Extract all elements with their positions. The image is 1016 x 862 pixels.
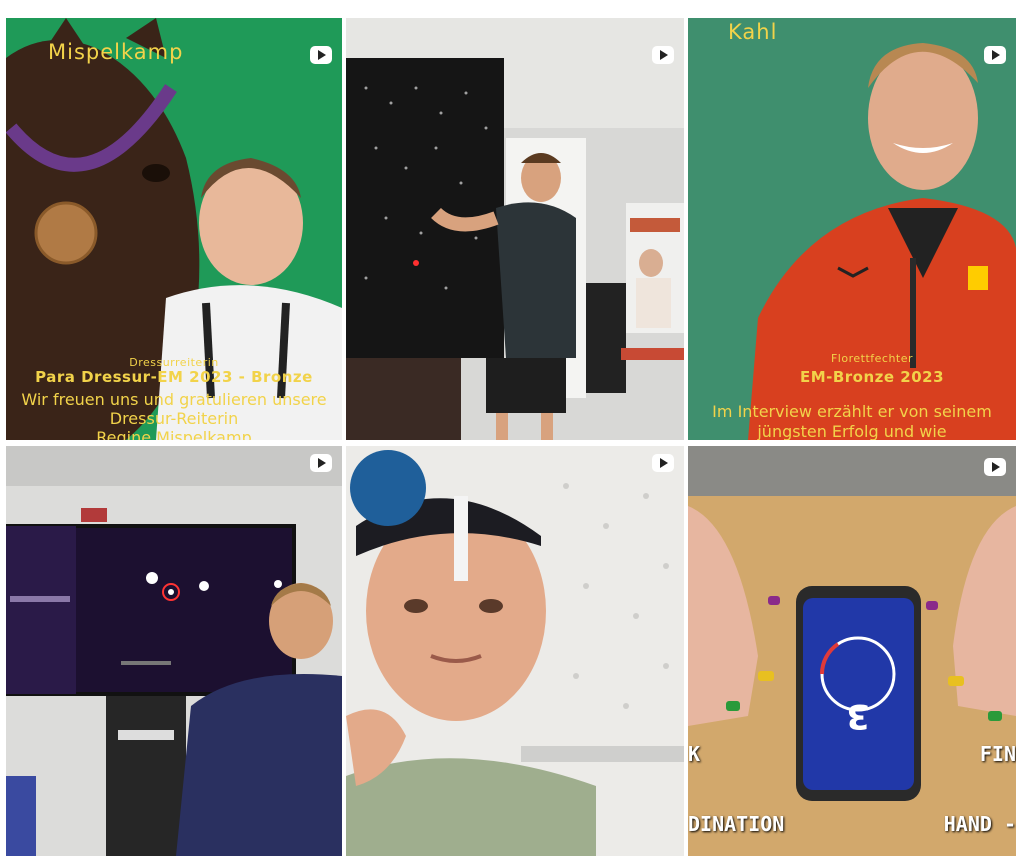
- cap-ball-photo: [346, 446, 684, 856]
- label-left-top: K: [688, 742, 701, 766]
- reaction-board-photo: [346, 18, 684, 440]
- tile-description-line-1: Im Interview erzählt er von seinem: [712, 402, 992, 421]
- athlete-name-top: Kahl: [728, 20, 778, 44]
- reel-play-icon: [310, 46, 332, 64]
- tile-description-line-2: jüngsten Erfolg und wie: [757, 422, 947, 440]
- label-left-bottom: DINATION: [688, 812, 785, 836]
- reel-tile-kahl[interactable]: Kahl Florettfechter EM-Bronze 2023 Im In…: [688, 18, 1016, 440]
- reel-tile-mispelkamp[interactable]: Mispelkamp Dressurreiterin Para Dressur-…: [6, 18, 342, 440]
- reel-tile-phone-app[interactable]: 3 K FIN DINATION HAND -: [688, 446, 1016, 856]
- reel-tile-reaction-board[interactable]: [346, 18, 684, 440]
- countdown-number: 3: [846, 696, 870, 736]
- reel-play-icon: [310, 454, 332, 472]
- reels-grid: Mispelkamp Dressurreiterin Para Dressur-…: [0, 0, 1016, 862]
- label-right-bottom: HAND -: [943, 812, 1016, 836]
- tile-description-line-3: Regine Mispelkamp: [96, 428, 252, 440]
- phone-app-photo: [688, 446, 1016, 856]
- reel-play-icon: [984, 46, 1006, 64]
- tile-headline: EM-Bronze 2023: [799, 368, 945, 386]
- reel-play-icon: [984, 458, 1006, 476]
- reel-tile-cap-ball[interactable]: [346, 446, 684, 856]
- reel-tile-screen-training[interactable]: [6, 446, 342, 856]
- label-right-top: FIN: [979, 742, 1016, 766]
- athlete-name-top: Mispelkamp: [48, 40, 184, 64]
- tile-subtitle: Florettfechter: [830, 352, 914, 365]
- screen-training-photo: [6, 446, 342, 856]
- tile-headline: Para Dressur-EM 2023 - Bronze: [35, 368, 313, 386]
- tile-description-line-2: Dressur-Reiterin: [109, 409, 239, 428]
- reel-play-icon: [652, 454, 674, 472]
- tile-description-line-1: Wir freuen uns und gratulieren unsere: [21, 390, 327, 409]
- reel-play-icon: [652, 46, 674, 64]
